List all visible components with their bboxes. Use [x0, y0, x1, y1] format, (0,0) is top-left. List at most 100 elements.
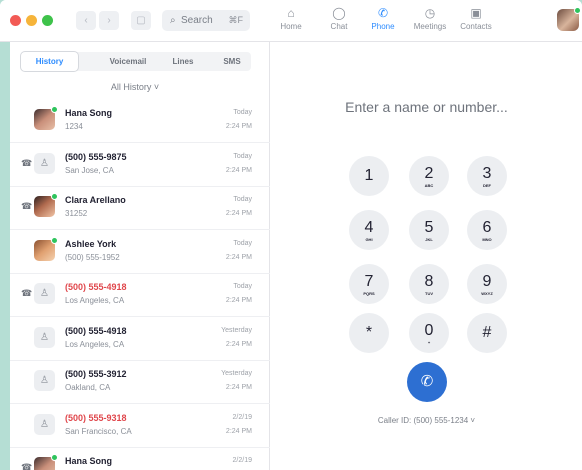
person-icon: ♙	[34, 152, 55, 174]
key-4[interactable]: 4 GHI	[349, 210, 389, 250]
share-screen-button[interactable]: ▢	[131, 11, 151, 30]
call-log-icon: ☎	[21, 201, 33, 211]
key-digit: 7	[364, 273, 374, 290]
nav-contacts[interactable]: ▣ Contacts	[455, 6, 497, 38]
key-6[interactable]: 6 MNO	[467, 210, 507, 250]
nav-home[interactable]: ⌂ Home	[274, 6, 308, 38]
call-time: 2:24 PM	[225, 340, 252, 348]
search-input[interactable]: ⌕ Search ⌘F	[162, 10, 250, 31]
key-letters: WXYZ	[481, 291, 493, 296]
history-row[interactable]: ♙ (500) 555-4918 Los Angeles, CA Yesterday 2…	[10, 318, 270, 361]
contact-name: (500) 555-3912	[65, 369, 127, 379]
key-7[interactable]: 7 PQRS	[349, 264, 389, 304]
key-digit: #	[482, 324, 492, 341]
nav-phone-label: Phone	[371, 22, 395, 31]
call-log-icon: ☎	[21, 157, 33, 168]
person-icon: ♙	[34, 326, 55, 348]
chat-icon: ◯	[332, 6, 346, 20]
call-time: 2:24 PM	[225, 210, 252, 217]
key-pound[interactable]: #	[467, 313, 507, 353]
nav-chat-label: Chat	[330, 22, 348, 31]
call-button[interactable]: ✆	[407, 362, 447, 402]
call-time: 2:24 PM	[225, 166, 252, 174]
key-0[interactable]: 0 +	[409, 313, 449, 353]
minimize-window-button[interactable]	[26, 15, 37, 26]
contact-avatar	[34, 236, 58, 261]
dial-number-input[interactable]: Enter a name or number...	[271, 99, 582, 115]
call-log-icon: ☎	[21, 288, 33, 298]
chevron-left-icon: ‹	[84, 15, 88, 26]
tab-history[interactable]: History	[21, 52, 78, 71]
key-digit: 1	[364, 167, 374, 184]
back-button[interactable]: ‹	[76, 11, 96, 30]
call-date: Today	[233, 283, 252, 290]
history-row[interactable]: ♙ (500) 555-9318 San Francisco, CA 2/2/19 2:…	[10, 405, 270, 448]
contact-detail: 31252	[65, 209, 88, 218]
online-status-dot	[574, 7, 581, 14]
tab-sms[interactable]: SMS	[215, 52, 249, 71]
call-time: 2:24 PM	[225, 253, 252, 261]
person-icon: ♙	[34, 370, 55, 391]
nav-meetings[interactable]: ◷ Meetings	[408, 6, 452, 38]
caller-id-dropdown[interactable]: Caller ID: (500) 555-1234 ˅	[271, 416, 582, 425]
contact-detail: (500) 555-1952	[65, 252, 120, 262]
key-letters: JKL	[425, 237, 433, 242]
history-row[interactable]: ☎ Hana Song 2/2/19	[10, 448, 270, 470]
key-letters: PQRS	[363, 291, 375, 296]
key-1[interactable]: 1	[349, 156, 389, 196]
history-row[interactable]: Ashlee York (500) 555-1952 Today 2:24 PM	[10, 231, 270, 274]
key-2[interactable]: 2 ABC	[409, 156, 449, 196]
profile-avatar[interactable]	[557, 7, 581, 31]
key-9[interactable]: 9 WXYZ	[467, 264, 507, 304]
key-digit: *	[365, 324, 373, 341]
contact-name: Hana Song	[65, 108, 113, 118]
phone-tabs: History Voicemail Lines SMS	[20, 52, 251, 71]
call-date: Today	[233, 239, 252, 247]
nav-chat[interactable]: ◯ Chat	[322, 6, 356, 38]
key-digit: 4	[364, 219, 374, 236]
toolbar: ‹ › ▢ ⌕ Search ⌘F ⌂ Home ◯ Chat ✆ Phone …	[0, 0, 582, 42]
key-digit: 3	[482, 165, 492, 182]
history-row[interactable]: ☎ ♙ (500) 555-9875 San Jose, CA Today 2:24 PM	[10, 144, 270, 187]
key-3[interactable]: 3 DEF	[467, 156, 507, 196]
history-row[interactable]: ☎ Clara Arellano 31252 Today 2:24 PM	[10, 187, 270, 230]
key-5[interactable]: 5 JKL	[409, 210, 449, 250]
tab-lines[interactable]: Lines	[163, 52, 203, 71]
call-date: Yesterday	[221, 326, 252, 334]
nav-phone[interactable]: ✆ Phone	[366, 6, 400, 38]
nav-contacts-label: Contacts	[460, 22, 492, 31]
call-date: Yesterday	[221, 370, 252, 377]
key-8[interactable]: 8 TUV	[409, 264, 449, 304]
key-letters: MNO	[482, 237, 492, 242]
phone-icon: ✆	[377, 6, 389, 20]
contact-name: Clara Arellano	[65, 195, 126, 205]
history-filter-dropdown[interactable]: All History ˅	[0, 82, 270, 92]
zoom-window: ‹ › ▢ ⌕ Search ⌘F ⌂ Home ◯ Chat ✆ Phone …	[0, 0, 582, 470]
forward-button[interactable]: ›	[99, 11, 119, 30]
search-placeholder: Search	[181, 15, 213, 26]
key-letters: DEF	[483, 183, 491, 188]
call-date: 2/2/19	[232, 413, 252, 421]
window-edge	[0, 42, 10, 470]
tab-voicemail[interactable]: Voicemail	[100, 52, 156, 71]
contact-detail: Oakland, CA	[65, 383, 111, 392]
call-history-panel: History Voicemail Lines SMS All History …	[0, 42, 270, 470]
call-date: Today	[233, 196, 252, 203]
close-window-button[interactable]	[10, 15, 21, 26]
history-row[interactable]: ☎ ♙ (500) 555-4918 Los Angeles, CA Today 2:24…	[10, 274, 270, 317]
contact-detail: San Francisco, CA	[65, 426, 132, 436]
call-date: 2/2/19	[232, 457, 252, 464]
maximize-window-button[interactable]	[42, 15, 53, 26]
history-row[interactable]: ♙ (500) 555-3912 Oakland, CA Yesterday 2:24 …	[10, 361, 270, 404]
contact-detail: Los Angeles, CA	[65, 296, 125, 305]
contact-avatar	[34, 454, 58, 470]
history-row[interactable]: Hana Song 1234 Today 2:24 PM	[10, 100, 270, 143]
contacts-icon: ▣	[470, 6, 482, 20]
key-letters: ABC	[424, 183, 434, 188]
contact-avatar	[34, 106, 58, 130]
phone-icon: ✆	[420, 373, 434, 390]
contact-name: (500) 555-9318	[65, 412, 127, 423]
online-status-dot	[51, 454, 58, 461]
key-star[interactable]: *	[349, 313, 389, 353]
contact-detail: San Jose, CA	[65, 165, 114, 175]
